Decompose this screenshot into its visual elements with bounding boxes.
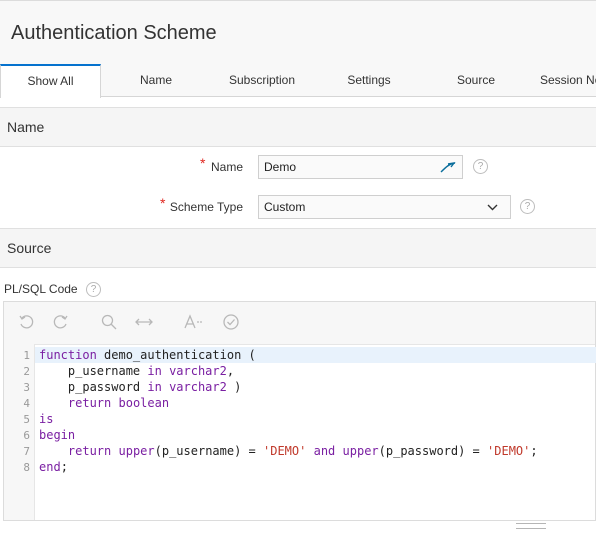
name-field-value: Demo — [264, 160, 297, 174]
help-icon[interactable]: ? — [520, 199, 535, 214]
editor-resize-handle[interactable] — [516, 523, 546, 529]
code-line: p_username in varchar2, — [39, 364, 235, 378]
scheme-type-label: * Scheme Type — [160, 195, 243, 214]
page-title: Authentication Scheme — [11, 22, 217, 44]
line-number: 7 — [23, 445, 30, 458]
required-icon: * — [160, 195, 166, 211]
tab-source[interactable]: Source — [426, 64, 526, 97]
tab-session[interactable]: Session No — [532, 64, 596, 97]
tab-bar: Show All Name Subscription Settings Sour… — [0, 64, 596, 98]
line-number: 8 — [23, 461, 30, 474]
quick-pick-icon[interactable] — [440, 161, 456, 173]
required-icon: * — [200, 155, 206, 171]
line-number: 5 — [23, 413, 30, 426]
source-region-title: Source — [7, 240, 52, 256]
plsql-code-label: PL/SQL Code — [4, 282, 78, 296]
code-line: function demo_authentication ( — [39, 348, 256, 362]
autocomplete-icon[interactable] — [184, 314, 204, 330]
tab-name[interactable]: Name — [106, 64, 206, 97]
tab-show-all[interactable]: Show All — [0, 64, 101, 98]
help-icon[interactable]: ? — [86, 282, 101, 297]
source-region-header: Source — [0, 228, 596, 268]
help-icon[interactable]: ? — [473, 159, 488, 174]
line-number: 2 — [23, 365, 30, 378]
scheme-type-value: Custom — [264, 200, 306, 214]
tab-settings[interactable]: Settings — [319, 64, 419, 97]
name-region-header: Name — [0, 107, 596, 147]
search-icon[interactable] — [101, 314, 117, 330]
replace-icon[interactable] — [135, 314, 153, 330]
code-line: return boolean — [67, 396, 170, 410]
name-field[interactable]: Demo — [258, 155, 463, 179]
name-region-title: Name — [7, 119, 45, 135]
code-line: begin — [39, 428, 76, 442]
undo-icon[interactable] — [18, 314, 34, 330]
scheme-type-select[interactable]: Custom — [258, 195, 511, 219]
line-number: 6 — [23, 429, 30, 442]
line-number-gutter: 1 2 3 4 5 6 7 8 — [4, 344, 35, 520]
chevron-down-icon — [487, 204, 498, 211]
name-label: * Name — [200, 155, 243, 174]
validate-icon[interactable] — [223, 314, 239, 330]
line-number: 4 — [23, 397, 30, 410]
code-editor[interactable]: 1 2 3 4 5 6 7 8 function demo_authentica… — [3, 301, 596, 521]
page-header: Authentication Scheme — [0, 0, 596, 64]
line-number: 1 — [23, 349, 30, 362]
redo-icon[interactable] — [53, 314, 69, 330]
editor-toolbar — [4, 302, 595, 345]
line-number: 3 — [23, 381, 30, 394]
code-line: end; — [39, 460, 68, 474]
code-line: is — [39, 412, 54, 426]
code-line: return upper(p_username) = 'DEMO' and up… — [67, 444, 538, 458]
tab-subscription[interactable]: Subscription — [212, 64, 312, 97]
code-line: p_password in varchar2 ) — [39, 380, 242, 394]
